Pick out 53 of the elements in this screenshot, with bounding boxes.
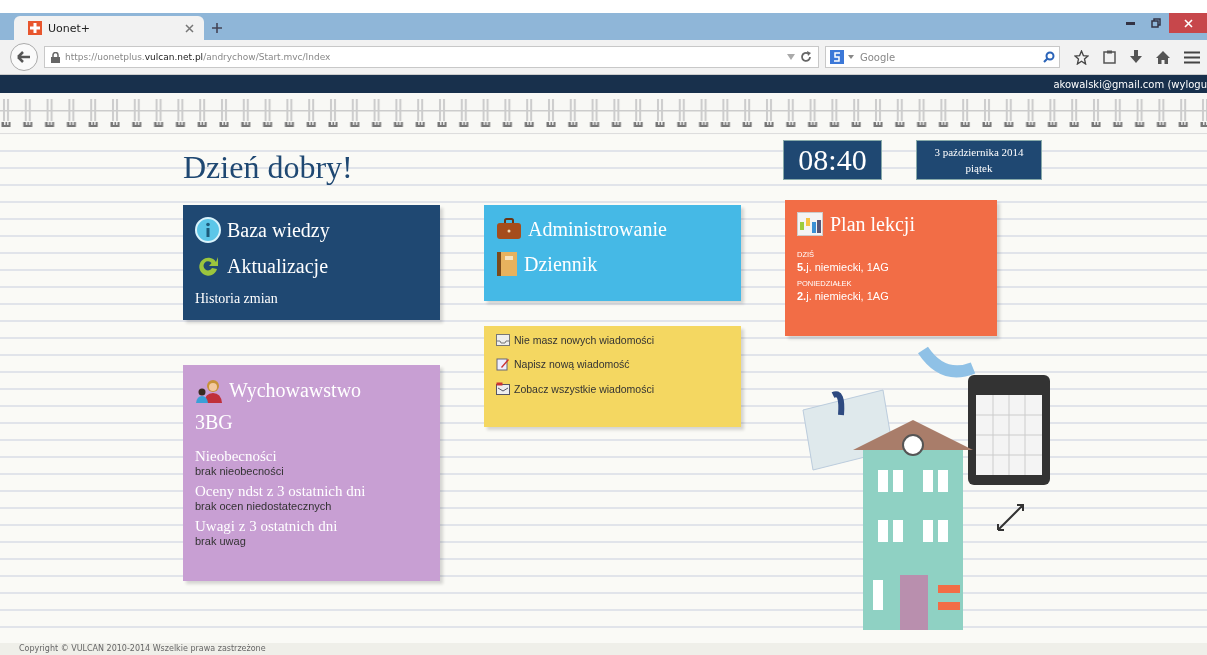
message-link[interactable]: Nie masz nowych wiadomości bbox=[496, 334, 729, 346]
download-icon[interactable] bbox=[1130, 50, 1142, 64]
user-email-link[interactable]: akowalski@gmail.com (wylogu bbox=[1053, 78, 1207, 90]
date-display: 3 października 2014 piątek bbox=[917, 141, 1041, 179]
address-bar[interactable]: https://uonetplus.vulcan.net.pl/andrychow/Start.mvc/Index bbox=[44, 46, 819, 68]
restore-icon[interactable] bbox=[1151, 18, 1161, 28]
section-value: brak ocen niedostatecznych bbox=[195, 500, 333, 512]
minimize-icon[interactable] bbox=[1126, 21, 1135, 25]
close-icon[interactable] bbox=[185, 23, 194, 33]
change-history-link[interactable]: Historia zmian bbox=[195, 291, 278, 306]
reload-icon[interactable] bbox=[800, 51, 812, 63]
new-tab-icon[interactable] bbox=[212, 23, 222, 33]
dropdown-icon[interactable] bbox=[848, 55, 854, 59]
tile-link[interactable]: Baza wiedzy bbox=[195, 217, 428, 243]
clock: 08:40 bbox=[784, 141, 881, 179]
compose-icon bbox=[496, 357, 510, 371]
section-heading: Nieobecności bbox=[195, 448, 278, 465]
tile-title: Plan lekcji bbox=[830, 212, 915, 236]
section-heading: Uwagi z 3 ostatnich dni bbox=[195, 518, 339, 535]
app-logo-icon bbox=[28, 21, 42, 35]
back-arrow-icon bbox=[17, 51, 31, 63]
tile-title: Wychowawstwo bbox=[229, 378, 362, 402]
message-link[interactable]: Zobacz wszystkie wiadomości bbox=[496, 382, 729, 395]
home-icon[interactable] bbox=[1156, 50, 1170, 64]
browser-tab[interactable]: Uonet+ bbox=[14, 16, 204, 40]
search-box[interactable]: Google bbox=[825, 46, 1060, 68]
tile-link[interactable]: Aktualizacje bbox=[195, 253, 428, 279]
folder-icon bbox=[496, 382, 510, 395]
window-close-button[interactable] bbox=[1169, 13, 1207, 33]
close-icon bbox=[1183, 18, 1193, 28]
section-value: brak nieobecności bbox=[195, 465, 285, 477]
section-value: brak uwag bbox=[195, 535, 247, 547]
search-field[interactable]: Google bbox=[858, 50, 1039, 64]
info-icon bbox=[195, 217, 221, 243]
lock-icon bbox=[51, 51, 60, 63]
menu-icon[interactable] bbox=[1184, 50, 1200, 64]
book-icon bbox=[496, 251, 518, 277]
clipboard-icon[interactable] bbox=[1103, 50, 1116, 64]
back-button[interactable] bbox=[10, 43, 38, 71]
section-heading: Oceny ndst z 3 ostatnich dni bbox=[195, 483, 367, 500]
lesson-entry: 5.j. niemiecki, 1AG bbox=[797, 261, 890, 273]
lesson-entry: 2.j. niemiecki, 1AG bbox=[797, 290, 890, 302]
search-engine-icon bbox=[830, 50, 844, 64]
greeting-heading: Dzień dobry! bbox=[183, 148, 354, 187]
copyright-text: Copyright © VULCAN 2010-2014 Wszelkie prawa zastrzeżone bbox=[0, 643, 1207, 655]
timetable-icon bbox=[797, 212, 823, 236]
class-name: 3BG bbox=[195, 411, 234, 434]
people-icon bbox=[195, 377, 223, 403]
bookmark-star-icon[interactable] bbox=[1074, 49, 1089, 65]
briefcase-icon bbox=[496, 217, 522, 241]
message-link[interactable]: Napisz nową wiadomość bbox=[496, 357, 729, 371]
envelope-icon bbox=[496, 334, 510, 346]
search-icon[interactable] bbox=[1043, 51, 1055, 63]
